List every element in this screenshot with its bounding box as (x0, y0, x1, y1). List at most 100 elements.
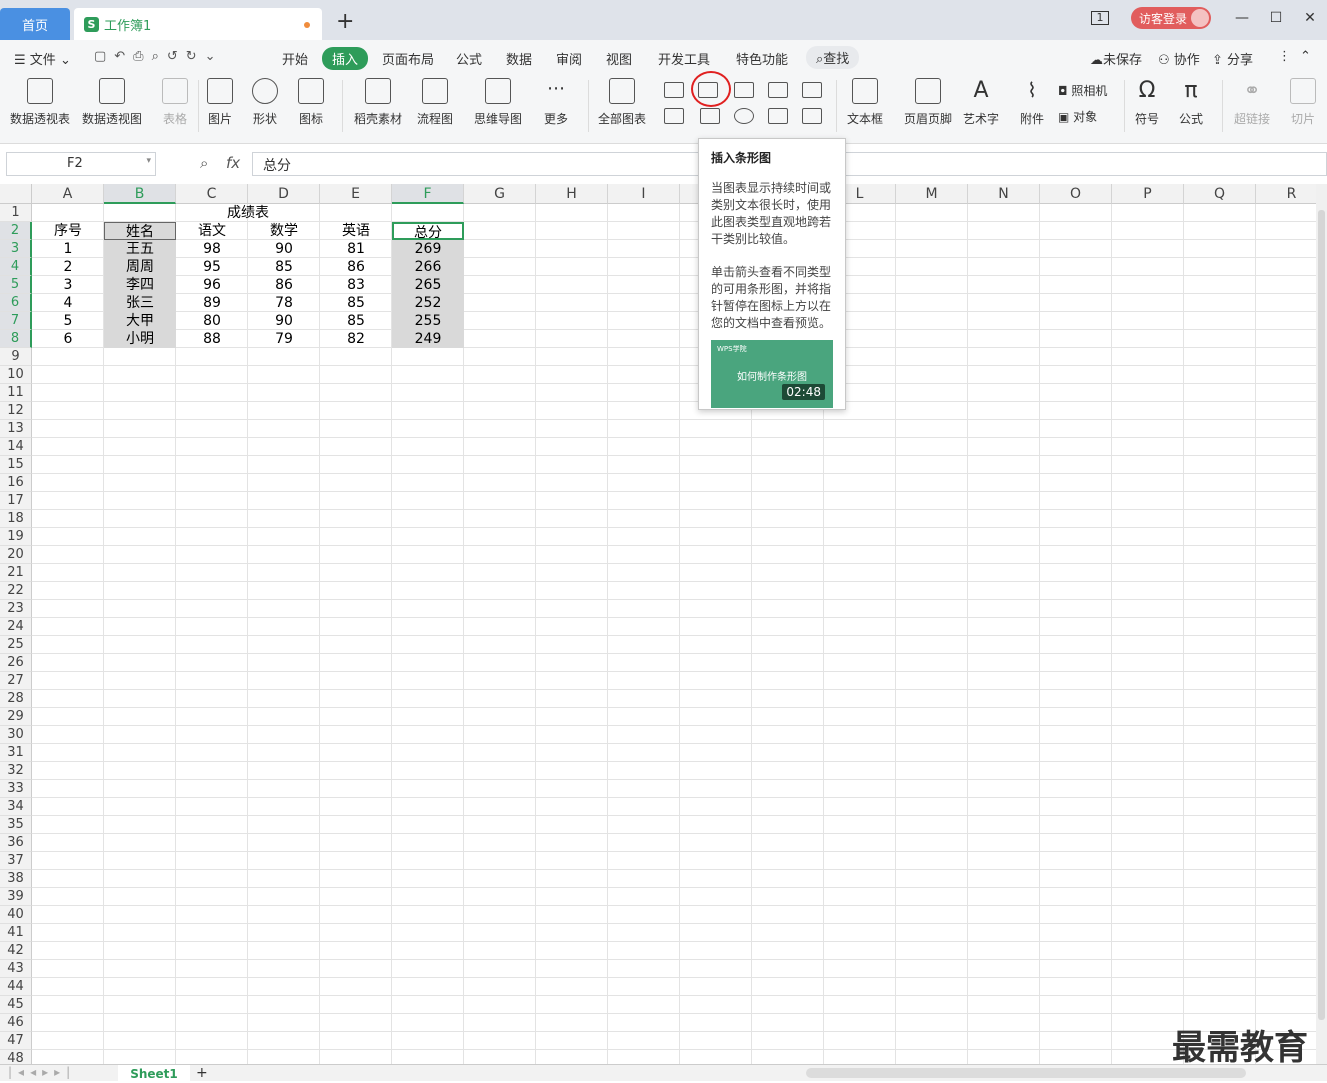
combo-chart-icon[interactable] (700, 108, 720, 124)
pie-chart-icon[interactable] (768, 82, 788, 98)
column-header-a[interactable]: A (32, 184, 104, 204)
menu-page-layout[interactable]: 页面布局 (382, 49, 434, 68)
all-charts-button[interactable]: 全部图表 (598, 78, 646, 127)
row-header-12[interactable]: 12 (0, 402, 32, 420)
row-header-25[interactable]: 25 (0, 636, 32, 654)
data-cell-a3[interactable]: 1 (32, 240, 104, 258)
share-button[interactable]: ⇪ 分享 (1212, 49, 1253, 68)
row-header-19[interactable]: 19 (0, 528, 32, 546)
sheet-grid[interactable]: ABCDEFGHIJKLMNOPQR 123456789101112131415… (0, 184, 1316, 1064)
row-header-13[interactable]: 13 (0, 420, 32, 438)
data-cell-d8[interactable]: 79 (248, 330, 320, 348)
data-cell-c8[interactable]: 88 (176, 330, 248, 348)
line-chart-icon[interactable] (734, 82, 754, 98)
menu-view[interactable]: 视图 (606, 49, 632, 68)
data-cell-c5[interactable]: 96 (176, 276, 248, 294)
object-button[interactable]: ▣ 对象 (1058, 108, 1097, 125)
data-cell-f6[interactable]: 252 (392, 294, 464, 312)
row-header-10[interactable]: 10 (0, 366, 32, 384)
slicer-button[interactable]: 切片 (1290, 78, 1316, 127)
row-header-29[interactable]: 29 (0, 708, 32, 726)
data-cell-b3[interactable]: 王五 (104, 240, 176, 258)
data-cell-e8[interactable]: 82 (320, 330, 392, 348)
minimize-button[interactable]: — (1225, 10, 1259, 26)
flowchart-button[interactable]: 流程图 (417, 78, 453, 127)
column-header-q[interactable]: Q (1184, 184, 1256, 204)
column-header-d[interactable]: D (248, 184, 320, 204)
header-cell-a[interactable]: 序号 (32, 222, 104, 240)
data-cell-d6[interactable]: 78 (248, 294, 320, 312)
column-header-c[interactable]: C (176, 184, 248, 204)
column-header-b[interactable]: B (104, 184, 176, 204)
data-cell-e6[interactable]: 85 (320, 294, 392, 312)
data-cell-d5[interactable]: 86 (248, 276, 320, 294)
header-cell-f[interactable]: 总分 (392, 222, 464, 241)
row-header-37[interactable]: 37 (0, 852, 32, 870)
unsaved-button[interactable]: ☁未保存 (1090, 49, 1142, 68)
row-header-45[interactable]: 45 (0, 996, 32, 1014)
data-cell-e5[interactable]: 83 (320, 276, 392, 294)
row-header-41[interactable]: 41 (0, 924, 32, 942)
row-header-30[interactable]: 30 (0, 726, 32, 744)
row-header-34[interactable]: 34 (0, 798, 32, 816)
column-header-p[interactable]: P (1112, 184, 1184, 204)
formula-button[interactable]: π 公式 (1178, 78, 1204, 127)
login-button[interactable]: 访客登录 (1130, 7, 1211, 29)
row-header-43[interactable]: 43 (0, 960, 32, 978)
row-header-47[interactable]: 47 (0, 1032, 32, 1050)
row-header-46[interactable]: 46 (0, 1014, 32, 1032)
wordart-button[interactable]: A 艺术字 (963, 78, 999, 127)
mindmap-button[interactable]: 思维导图 (474, 78, 522, 127)
add-sheet-button[interactable]: + (196, 1065, 208, 1081)
column-chart-icon[interactable] (664, 82, 684, 98)
row-header-44[interactable]: 44 (0, 978, 32, 996)
textbox-button[interactable]: 文本框 (847, 78, 883, 127)
data-cell-c7[interactable]: 80 (176, 312, 248, 330)
collapse-ribbon-icon[interactable]: ⌃ (1300, 49, 1311, 64)
header-cell-e[interactable]: 英语 (320, 222, 392, 240)
row-header-7[interactable]: 7 (0, 312, 32, 330)
sheet-nav-arrows[interactable]: |◂◂▸▸| (8, 1065, 76, 1079)
column-header-g[interactable]: G (464, 184, 536, 204)
data-cell-a4[interactable]: 2 (32, 258, 104, 276)
data-cell-b4[interactable]: 周周 (104, 258, 176, 276)
data-cell-e3[interactable]: 81 (320, 240, 392, 258)
header-cell-d[interactable]: 数学 (248, 222, 320, 240)
maximize-button[interactable]: ☐ (1259, 10, 1293, 26)
row-header-9[interactable]: 9 (0, 348, 32, 366)
row-header-2[interactable]: 2 (0, 222, 32, 240)
horizontal-scrollbar[interactable] (806, 1068, 1246, 1078)
row-header-21[interactable]: 21 (0, 564, 32, 582)
data-cell-f7[interactable]: 255 (392, 312, 464, 330)
header-footer-button[interactable]: 页眉页脚 (904, 78, 952, 127)
new-tab-button[interactable]: + (336, 9, 354, 34)
page-indicator[interactable]: 1 (1090, 11, 1109, 25)
column-header-r[interactable]: R (1256, 184, 1316, 204)
row-header-23[interactable]: 23 (0, 600, 32, 618)
vertical-scrollbar[interactable] (1316, 184, 1327, 1064)
row-header-42[interactable]: 42 (0, 942, 32, 960)
pivot-chart-button[interactable]: 数据透视图 (82, 78, 142, 127)
row-header-39[interactable]: 39 (0, 888, 32, 906)
data-cell-f8[interactable]: 249 (392, 330, 464, 348)
row-header-31[interactable]: 31 (0, 744, 32, 762)
quick-access-toolbar[interactable]: ▢↶⎙⌕↺↻⌄ (94, 49, 224, 64)
data-cell-a7[interactable]: 5 (32, 312, 104, 330)
row-header-16[interactable]: 16 (0, 474, 32, 492)
row-header-27[interactable]: 27 (0, 672, 32, 690)
data-cell-c4[interactable]: 95 (176, 258, 248, 276)
column-header-o[interactable]: O (1040, 184, 1112, 204)
icon-button[interactable]: 图标 (298, 78, 324, 127)
row-header-5[interactable]: 5 (0, 276, 32, 294)
data-cell-e4[interactable]: 86 (320, 258, 392, 276)
stock-chart-icon[interactable] (664, 108, 684, 124)
attachment-button[interactable]: ⌇ 附件 (1019, 78, 1045, 127)
data-cell-e7[interactable]: 85 (320, 312, 392, 330)
more-button[interactable]: ⋯ 更多 (543, 78, 569, 127)
file-menu[interactable]: ☰ 文件 ⌄ (14, 49, 71, 68)
row-header-20[interactable]: 20 (0, 546, 32, 564)
fx-button[interactable]: fx (226, 154, 240, 172)
symbol-button[interactable]: Ω 符号 (1134, 78, 1160, 127)
menu-start[interactable]: 开始 (282, 49, 308, 68)
name-box[interactable]: F2 ▾ (6, 152, 156, 176)
